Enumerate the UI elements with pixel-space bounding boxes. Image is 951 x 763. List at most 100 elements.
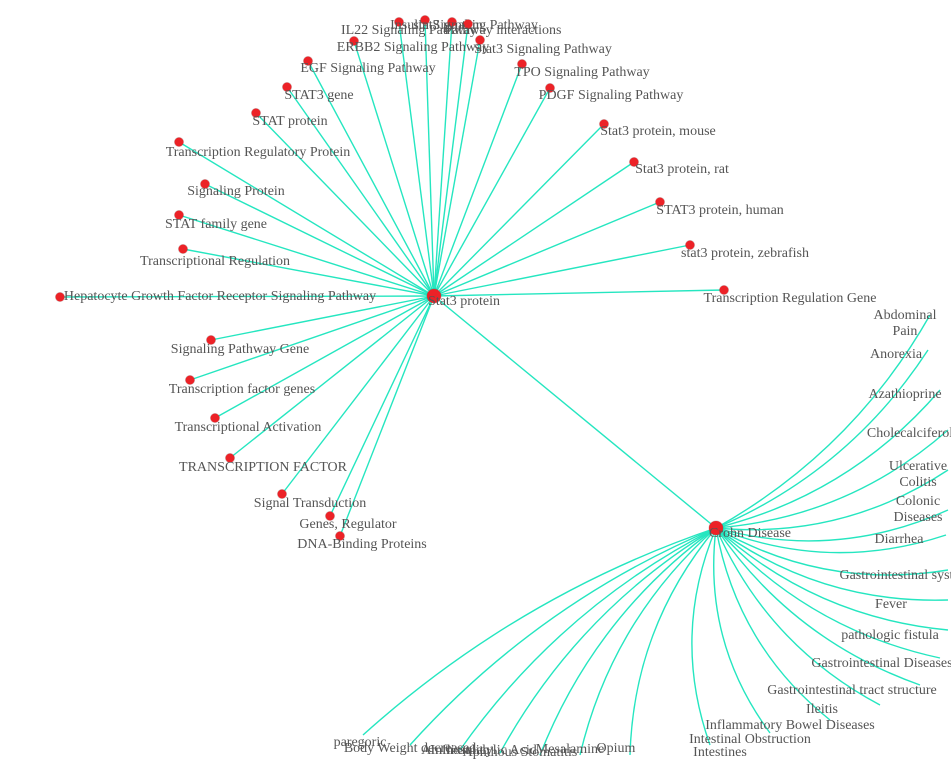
graph-node[interactable]: [278, 490, 287, 499]
node-label: Intestines: [693, 745, 747, 761]
node-dot[interactable]: [476, 36, 485, 45]
edge: [340, 296, 434, 536]
edge: [716, 350, 928, 528]
edge: [190, 296, 434, 380]
node-label: Cholecalciferol: [867, 426, 951, 442]
node-dot[interactable]: [207, 336, 216, 345]
node-label: Ileitis: [806, 702, 838, 718]
node-dot[interactable]: [709, 521, 723, 535]
node-dot[interactable]: [350, 37, 359, 46]
node-label: Stat3 protein, mouse: [600, 124, 716, 140]
node-dot[interactable]: [421, 16, 430, 25]
edge: [716, 470, 948, 530]
edge: [330, 296, 434, 516]
graph-node[interactable]: [709, 521, 723, 535]
graph-node[interactable]: [207, 336, 216, 345]
graph-node[interactable]: [179, 245, 188, 254]
graph-node[interactable]: [211, 414, 220, 423]
node-label: STAT protein: [252, 114, 327, 130]
node-dot[interactable]: [304, 57, 313, 66]
edge: [410, 528, 716, 745]
edge: [256, 113, 434, 296]
node-dot[interactable]: [283, 83, 292, 92]
node-dot[interactable]: [630, 158, 639, 167]
edge: [692, 528, 716, 745]
node-label: Ulcerative Colitis: [873, 459, 951, 491]
node-dot[interactable]: [201, 180, 210, 189]
node-label: stat3 protein, zebrafish: [681, 246, 809, 262]
edge: [211, 296, 434, 340]
graph-node[interactable]: [427, 289, 441, 303]
graph-node[interactable]: [186, 376, 195, 385]
edge: [716, 528, 948, 575]
node-label: Signal Transduction: [254, 496, 366, 512]
edge: [434, 290, 724, 296]
node-dot[interactable]: [656, 198, 665, 207]
edge: [716, 510, 948, 541]
graph-node[interactable]: [336, 532, 345, 541]
graph-node[interactable]: [226, 454, 235, 463]
graph-node[interactable]: [656, 198, 665, 207]
node-label: STAT3 gene: [284, 88, 353, 104]
node-dot[interactable]: [186, 376, 195, 385]
graph-node[interactable]: [546, 84, 555, 93]
graph-node[interactable]: [201, 180, 210, 189]
node-label: Transcriptional Regulation: [140, 254, 290, 270]
node-dot[interactable]: [720, 286, 729, 295]
graph-node[interactable]: [175, 211, 184, 220]
graph-node[interactable]: [326, 512, 335, 521]
edge: [500, 528, 716, 753]
node-dot[interactable]: [179, 245, 188, 254]
edge: [716, 430, 948, 528]
edge: [434, 88, 550, 296]
graph-node[interactable]: [395, 18, 404, 27]
node-label: TRANSCRIPTION FACTOR: [179, 460, 347, 476]
node-label: Gastrointestinal system: [839, 568, 951, 584]
node-label: Stat3 Signaling Pathway: [474, 42, 612, 58]
node-label: Fever: [875, 597, 907, 613]
graph-node[interactable]: [283, 83, 292, 92]
graph-node[interactable]: [350, 37, 359, 46]
graph-node[interactable]: [448, 18, 457, 27]
node-label: Transcriptional Activation: [175, 420, 322, 436]
node-dot[interactable]: [518, 60, 527, 69]
node-label: Aminosalicylic Acid: [421, 743, 536, 759]
node-label: Azathioprine: [868, 387, 941, 403]
node-dot[interactable]: [56, 293, 65, 302]
node-dot[interactable]: [427, 289, 441, 303]
graph-node[interactable]: [464, 20, 473, 29]
node-dot[interactable]: [395, 18, 404, 27]
graph-node[interactable]: [600, 120, 609, 129]
graph-node[interactable]: [518, 60, 527, 69]
node-dot[interactable]: [175, 138, 184, 147]
graph-node[interactable]: [304, 57, 313, 66]
node-dot[interactable]: [226, 454, 235, 463]
graph-node[interactable]: [476, 36, 485, 45]
node-dot[interactable]: [600, 120, 609, 129]
node-dot[interactable]: [448, 18, 457, 27]
edge: [716, 528, 948, 600]
node-dot[interactable]: [278, 490, 287, 499]
node-dot[interactable]: [464, 20, 473, 29]
graph-node[interactable]: [175, 138, 184, 147]
node-label: Colonic Diseases: [873, 494, 951, 526]
graph-node[interactable]: [252, 109, 261, 118]
edge: [215, 296, 434, 418]
graph-node[interactable]: [720, 286, 729, 295]
node-dot[interactable]: [336, 532, 345, 541]
node-dot[interactable]: [175, 211, 184, 220]
graph-node[interactable]: [630, 158, 639, 167]
node-dot[interactable]: [252, 109, 261, 118]
edge: [434, 202, 660, 296]
node-dot[interactable]: [211, 414, 220, 423]
node-label: Anorexia: [870, 347, 922, 363]
node-dot[interactable]: [546, 84, 555, 93]
node-dot[interactable]: [686, 241, 695, 250]
edge: [580, 528, 716, 755]
edge: [308, 61, 434, 296]
graph-node[interactable]: [56, 293, 65, 302]
node-label: Mesalamine: [536, 742, 604, 758]
node-dot[interactable]: [326, 512, 335, 521]
graph-node[interactable]: [686, 241, 695, 250]
graph-node[interactable]: [421, 16, 430, 25]
